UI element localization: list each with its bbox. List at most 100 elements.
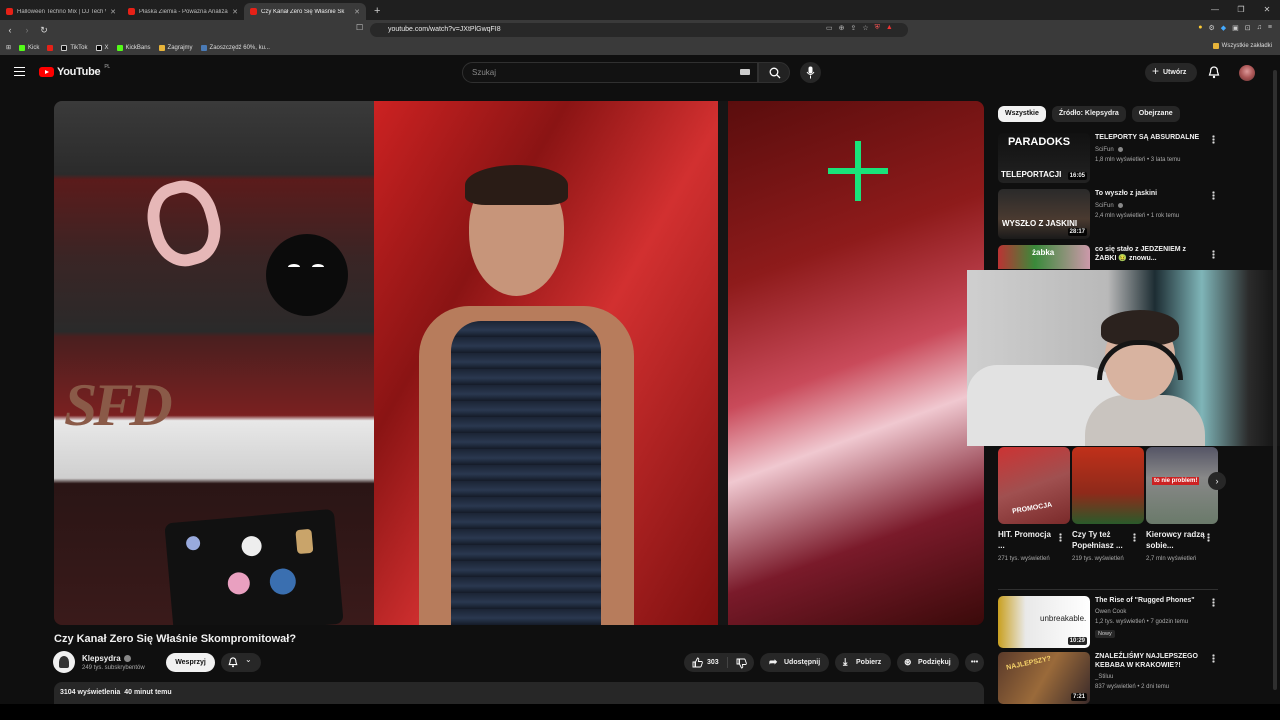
youtube-logo[interactable]: YouTube PL	[39, 64, 110, 78]
notifications-bell-icon[interactable]	[1208, 66, 1220, 79]
brave-shield-icon[interactable]: ⛨	[875, 24, 880, 32]
close-tab-icon[interactable]: ✕	[232, 8, 238, 16]
subscribed-button[interactable]: ⌄	[221, 653, 261, 672]
bookmark-steam[interactable]: Zaoszczędź 60%, ku...	[200, 44, 270, 51]
divider	[998, 589, 1218, 590]
video-description-stats[interactable]: 3104 wyświetlenia 40 minut temu	[54, 682, 984, 704]
recommendation-channel[interactable]: SciFun	[1095, 147, 1124, 153]
extension-icon[interactable]: ◆	[1221, 24, 1226, 32]
join-button[interactable]: Wesprzyj	[166, 653, 215, 672]
bookmark-tiktok[interactable]: TikTok	[61, 44, 88, 51]
close-tab-icon[interactable]: ✕	[110, 8, 116, 16]
more-vertical-icon[interactable]	[1212, 191, 1215, 200]
scrollbar-thumb[interactable]	[1273, 70, 1277, 690]
new-badge: Nowy	[1095, 630, 1115, 638]
like-button[interactable]: 303	[684, 653, 754, 672]
video-thumbnail[interactable]: unbreakable. 10:29	[998, 596, 1090, 648]
all-bookmarks[interactable]: Wszystkie zakładki	[1212, 43, 1272, 49]
bookmark-kickbans[interactable]: KickBans	[116, 44, 151, 51]
thumbs-down-icon[interactable]	[736, 658, 747, 669]
extension-icon[interactable]: ●	[1198, 24, 1202, 32]
short-views: 271 tys. wyświetleń	[998, 556, 1050, 562]
back-icon[interactable]: ‹	[3, 25, 17, 35]
close-window-icon[interactable]: ✕	[1254, 0, 1280, 20]
search-button[interactable]	[758, 62, 790, 83]
chip-all[interactable]: Wszystkie	[998, 106, 1046, 122]
cast-icon[interactable]: ▭	[826, 24, 833, 32]
browser-tab-active[interactable]: Czy Kanał Zero Się Właśnie Sk ✕	[244, 3, 366, 20]
more-vertical-icon[interactable]	[1059, 533, 1062, 542]
video-thumbnail[interactable]: żabka	[998, 245, 1090, 269]
bookmark-icon[interactable]: ☐	[356, 23, 363, 32]
bookmark-zagrajmy[interactable]: Zagrajmy	[158, 44, 193, 51]
bookmark-kick[interactable]: Kick	[19, 44, 39, 51]
chevron-down-icon: ⌄	[245, 655, 252, 664]
rewards-icon[interactable]: ▲	[886, 24, 893, 32]
extension-icon[interactable]: ⊡	[1245, 24, 1251, 32]
recommendation-item[interactable]: WYSZŁO Z JASKINI 28:17 To wyszło z jaski…	[998, 189, 1218, 239]
kick-icon	[116, 44, 123, 51]
more-vertical-icon[interactable]	[1212, 654, 1215, 663]
short-thumbnail[interactable]: to nie problem!	[1146, 447, 1218, 524]
zoom-icon[interactable]: ⊕	[839, 24, 845, 32]
share-icon[interactable]: ⇪	[851, 24, 857, 32]
keyboard-icon[interactable]	[740, 69, 750, 75]
more-actions-button[interactable]: •••	[965, 653, 984, 672]
reload-icon[interactable]: ↻	[37, 25, 51, 36]
video-thumbnail[interactable]: NAJLEPSZY? 7:21	[998, 652, 1090, 704]
recommendation-item[interactable]: żabka co się stało z JEDZENIEM z ŻABKI 🤢…	[998, 245, 1218, 269]
recommendation-item[interactable]: PARADOKS TELEPORTACJI 16:05 TELEPORTY SĄ…	[998, 133, 1218, 183]
music-icon[interactable]: ♫	[1257, 24, 1262, 32]
download-button[interactable]: ⤓ Pobierz	[835, 653, 891, 672]
voice-search-button[interactable]	[800, 62, 821, 83]
close-tab-icon[interactable]: ✕	[354, 8, 360, 16]
share-button[interactable]: ➦ Udostępnij	[760, 653, 829, 672]
chip-watched[interactable]: Obejrzane	[1131, 106, 1180, 122]
more-vertical-icon[interactable]	[1133, 533, 1136, 542]
apps-icon[interactable]: ⊞	[6, 44, 11, 51]
forward-icon[interactable]: ›	[20, 25, 34, 35]
video-thumbnail[interactable]: PARADOKS TELEPORTACJI 16:05	[998, 133, 1090, 183]
more-vertical-icon[interactable]	[1207, 533, 1210, 542]
new-tab-button[interactable]: +	[366, 3, 388, 20]
channel-avatar[interactable]	[53, 651, 75, 673]
chip-source[interactable]: Źródło: Klepsydra	[1051, 106, 1126, 122]
browser-tab[interactable]: Płaska Ziemia - Poważna Analiza [cz. ✕	[122, 3, 244, 20]
bell-icon	[228, 657, 238, 668]
video-player[interactable]: SFD	[54, 101, 984, 625]
more-vertical-icon[interactable]	[1212, 135, 1215, 144]
recommendation-channel[interactable]: _Stiluu	[1095, 674, 1113, 680]
recommendation-channel[interactable]: SciFun	[1095, 203, 1124, 209]
channel-name[interactable]: Klepsydra	[82, 654, 131, 663]
bookmark-youtube[interactable]	[47, 44, 54, 51]
browser-tab[interactable]: Halloween Techno Mix | DJ Tech Wic ✕	[0, 3, 122, 20]
maximize-icon[interactable]: ❐	[1228, 0, 1254, 20]
create-button[interactable]: Utwórz	[1145, 62, 1197, 82]
search-input[interactable]: Szukaj	[462, 62, 758, 83]
more-vertical-icon[interactable]	[1212, 598, 1215, 607]
video-title: Czy Kanał Zero Się Właśnie Skompromitowa…	[54, 633, 297, 645]
hamburger-menu-icon[interactable]	[14, 67, 25, 76]
bookmarks-bar: ⊞ Kick TikTok X KickBans Zagrajmy Zaoszc…	[0, 40, 1280, 55]
page-scrollbar[interactable]	[1272, 60, 1278, 700]
thanks-button[interactable]: ⊛ Podziękuj	[897, 653, 959, 672]
shorts-next-button[interactable]: ›	[1208, 472, 1226, 490]
account-avatar[interactable]	[1239, 65, 1255, 81]
extension-icon[interactable]: ⚙	[1208, 24, 1214, 32]
recommendation-channel[interactable]: Owen Cook	[1095, 609, 1126, 615]
url-tools: ▭ ⊕ ⇪ ☆ ⛨ ▲	[826, 24, 893, 32]
logo-text: YouTube	[57, 66, 101, 78]
minimize-icon[interactable]: —	[1202, 0, 1228, 20]
bookmark-x[interactable]: X	[95, 44, 109, 51]
menu-icon[interactable]: ≡	[1268, 24, 1272, 32]
video-presenter	[409, 161, 639, 625]
short-thumbnail[interactable]: PROMOCJA	[998, 447, 1070, 524]
star-icon[interactable]: ☆	[862, 24, 868, 32]
recommendation-item[interactable]: unbreakable. 10:29 The Rise of "Rugged P…	[998, 596, 1218, 648]
more-vertical-icon[interactable]	[1212, 250, 1215, 259]
recommendation-item[interactable]: NAJLEPSZY? 7:21 ZNALEŹLIŚMY NAJLEPSZEGO …	[998, 652, 1218, 704]
video-thumbnail[interactable]: WYSZŁO Z JASKINI 28:17	[998, 189, 1090, 239]
recommendation-meta: 1,2 tys. wyświetleń • 7 godzin temu	[1095, 619, 1189, 625]
short-thumbnail[interactable]	[1072, 447, 1144, 524]
extension-icon[interactable]: ▣	[1232, 24, 1239, 32]
